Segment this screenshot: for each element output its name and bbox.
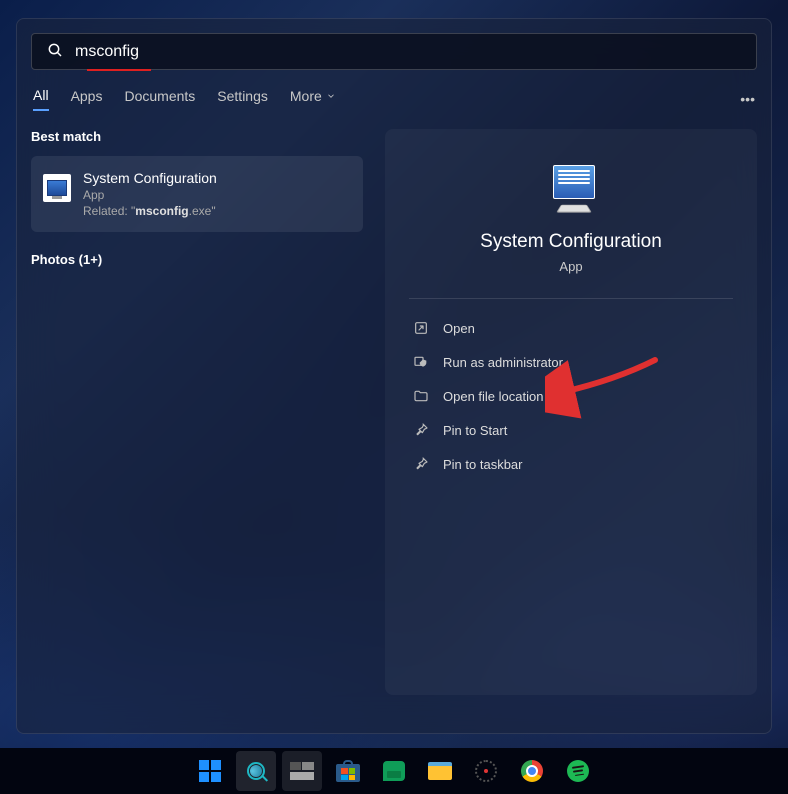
chrome-icon xyxy=(521,760,543,782)
divider xyxy=(409,298,733,299)
search-tabs: All Apps Documents Settings More ••• xyxy=(31,79,757,129)
tab-apps[interactable]: Apps xyxy=(71,88,103,110)
annotation-underline xyxy=(87,69,151,71)
taskbar-chat[interactable] xyxy=(374,751,414,791)
result-type: App xyxy=(83,188,351,202)
action-pin-to-start[interactable]: Pin to Start xyxy=(409,413,733,447)
action-label: Open xyxy=(443,321,475,336)
result-related: Related: "msconfig.exe" xyxy=(83,204,351,218)
preview-title: System Configuration xyxy=(480,231,662,253)
action-list: Open Run as administrator Open file loca… xyxy=(409,311,733,481)
action-label: Pin to Start xyxy=(443,423,507,438)
tab-documents[interactable]: Documents xyxy=(124,88,195,110)
power-icon xyxy=(475,760,497,782)
action-pin-to-taskbar[interactable]: Pin to taskbar xyxy=(409,447,733,481)
taskview-icon xyxy=(290,762,314,780)
search-bar[interactable] xyxy=(31,33,757,70)
taskbar-explorer[interactable] xyxy=(420,751,460,791)
results-column: Best match System Configuration App Rela… xyxy=(31,129,363,695)
tab-more-label: More xyxy=(290,88,322,104)
open-icon xyxy=(413,320,429,336)
chevron-down-icon xyxy=(326,91,336,101)
preview-pane: System Configuration App Open Run as adm… xyxy=(385,129,757,695)
msstore-icon xyxy=(336,760,360,782)
windows-icon xyxy=(199,760,221,782)
folder-icon xyxy=(428,762,452,780)
action-open-file-location[interactable]: Open file location xyxy=(409,379,733,413)
folder-icon xyxy=(413,388,429,404)
taskbar-powertoys[interactable] xyxy=(466,751,506,791)
taskbar-msstore[interactable] xyxy=(328,751,368,791)
taskbar-taskview[interactable] xyxy=(282,751,322,791)
search-icon xyxy=(47,42,63,61)
taskbar-search[interactable] xyxy=(236,751,276,791)
tab-more[interactable]: More xyxy=(290,88,336,110)
action-open[interactable]: Open xyxy=(409,311,733,345)
result-title: System Configuration xyxy=(83,170,351,186)
action-label: Pin to taskbar xyxy=(443,457,523,472)
taskbar xyxy=(0,748,788,794)
action-run-as-administrator[interactable]: Run as administrator xyxy=(409,345,733,379)
pin-icon xyxy=(413,422,429,438)
more-options-button[interactable]: ••• xyxy=(740,91,755,107)
app-icon xyxy=(43,174,71,202)
shield-icon xyxy=(413,354,429,370)
taskbar-chrome[interactable] xyxy=(512,751,552,791)
action-label: Open file location xyxy=(443,389,543,404)
spotify-icon xyxy=(567,760,589,782)
photos-section-label[interactable]: Photos (1+) xyxy=(31,252,363,267)
tab-all[interactable]: All xyxy=(33,87,49,111)
search-input[interactable] xyxy=(75,43,744,61)
taskbar-spotify[interactable] xyxy=(558,751,598,791)
tab-settings[interactable]: Settings xyxy=(217,88,268,110)
action-label: Run as administrator xyxy=(443,355,563,370)
search-icon xyxy=(243,758,268,783)
app-large-icon xyxy=(545,165,597,213)
pin-icon xyxy=(413,456,429,472)
chat-icon xyxy=(383,761,405,781)
best-match-label: Best match xyxy=(31,129,363,144)
taskbar-start[interactable] xyxy=(190,751,230,791)
result-system-configuration[interactable]: System Configuration App Related: "mscon… xyxy=(31,156,363,232)
preview-subtitle: App xyxy=(559,259,582,274)
start-menu: All Apps Documents Settings More ••• Bes… xyxy=(16,18,772,734)
